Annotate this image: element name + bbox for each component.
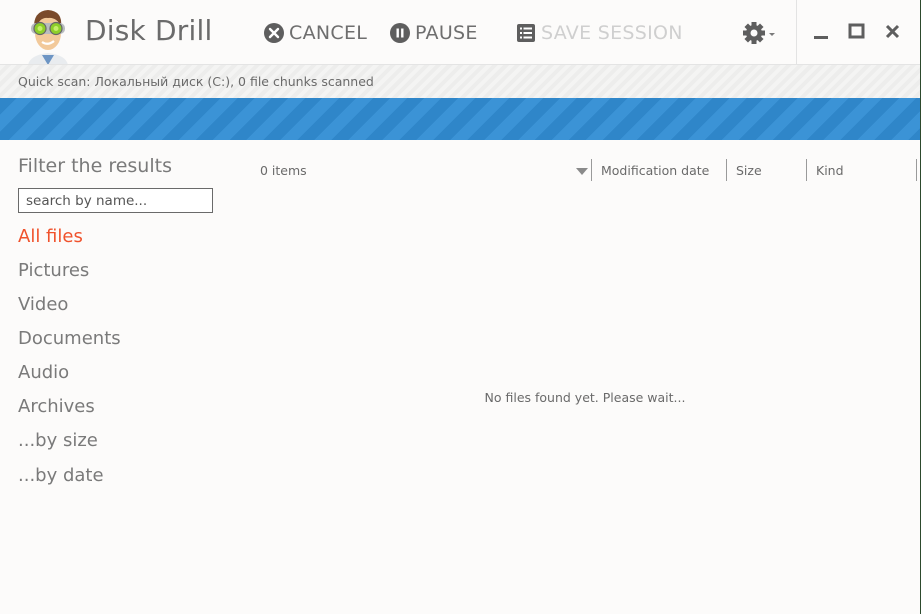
- category-archives[interactable]: Archives: [18, 396, 95, 417]
- save-session-label: SAVE SESSION: [541, 22, 683, 44]
- empty-results-message: No files found yet. Please wait...: [484, 390, 686, 405]
- category-documents[interactable]: Documents: [18, 328, 121, 349]
- category-by-size[interactable]: ...by size: [18, 430, 98, 451]
- column-divider[interactable]: [916, 159, 917, 181]
- category-video[interactable]: Video: [18, 294, 68, 315]
- category-pictures[interactable]: Pictures: [18, 260, 89, 281]
- scan-progress-bar: [0, 98, 920, 140]
- category-audio[interactable]: Audio: [18, 362, 69, 383]
- results-panel: 0 items Modification date Size Kind No f…: [240, 150, 920, 614]
- close-circle-icon: [264, 23, 284, 43]
- column-divider[interactable]: [726, 159, 727, 181]
- close-button[interactable]: [883, 22, 903, 42]
- search-input[interactable]: [18, 188, 213, 213]
- pause-circle-icon: [390, 23, 410, 43]
- column-kind[interactable]: Kind: [816, 163, 844, 178]
- close-icon: [885, 24, 900, 39]
- pause-button[interactable]: PAUSE: [390, 20, 478, 46]
- items-count: 0 items: [260, 163, 307, 178]
- filter-title: Filter the results: [18, 155, 172, 177]
- divider: [796, 0, 797, 64]
- pause-label: PAUSE: [415, 22, 478, 44]
- column-divider[interactable]: [806, 159, 807, 181]
- chevron-down-icon: [769, 33, 775, 36]
- title-bar: Disk Drill CANCEL PAUSE SAVE SESSION: [0, 0, 920, 65]
- app-title: Disk Drill: [85, 14, 213, 47]
- gear-icon: [743, 22, 775, 44]
- minimize-icon: [814, 36, 828, 39]
- column-divider[interactable]: [591, 159, 592, 181]
- cancel-label: CANCEL: [289, 22, 368, 44]
- cancel-button[interactable]: CANCEL: [264, 20, 367, 46]
- list-icon: [517, 24, 535, 42]
- maximize-icon: [848, 23, 865, 39]
- sort-dropdown-icon[interactable]: [576, 168, 588, 175]
- category-all-files[interactable]: All files: [18, 226, 83, 247]
- category-by-date[interactable]: ...by date: [18, 465, 104, 486]
- column-modification-date[interactable]: Modification date: [601, 163, 709, 178]
- minimize-button[interactable]: [812, 22, 832, 42]
- app-window: Disk Drill CANCEL PAUSE SAVE SESSION Qui…: [0, 0, 921, 614]
- app-logo-icon: [28, 10, 68, 65]
- column-size[interactable]: Size: [736, 163, 762, 178]
- scan-status-bar: Quick scan: Локальный диск (C:), 0 file …: [0, 64, 920, 98]
- maximize-button[interactable]: [847, 22, 867, 42]
- settings-button[interactable]: [742, 21, 776, 45]
- scan-status-text: Quick scan: Локальный диск (C:), 0 file …: [18, 74, 374, 89]
- save-session-button[interactable]: SAVE SESSION: [516, 20, 683, 46]
